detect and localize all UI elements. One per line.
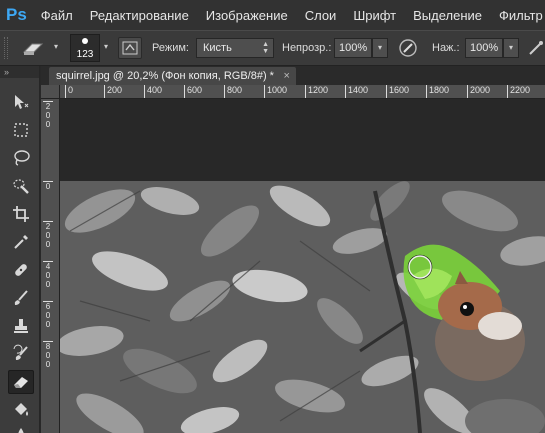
squirrel-photo[interactable] bbox=[60, 181, 545, 433]
ruler-tick-label: 600 bbox=[184, 85, 202, 98]
menu-file[interactable]: Файл bbox=[41, 8, 73, 23]
airbrush-toggle[interactable] bbox=[526, 37, 545, 59]
document-title: squirrel.jpg @ 20,2% (Фон копия, RGB/8#)… bbox=[56, 70, 274, 82]
ruler-origin[interactable] bbox=[41, 85, 60, 99]
eyedropper-tool[interactable] bbox=[8, 230, 34, 254]
options-bar: ▾ 123 ▾ Режим: Кисть ▲ ▼ Непрозр.: 100% ▾… bbox=[0, 30, 545, 66]
tool-preset-picker[interactable] bbox=[20, 39, 50, 59]
healing-brush-tool[interactable] bbox=[8, 258, 34, 282]
brush-panel-icon bbox=[122, 41, 138, 55]
opacity-input[interactable]: 100% bbox=[334, 38, 372, 58]
close-tab-icon[interactable]: × bbox=[284, 67, 290, 85]
crop-tool[interactable] bbox=[8, 202, 34, 226]
brush-preset-dropdown[interactable]: ▾ bbox=[100, 38, 112, 58]
ruler-tick-label: 200 bbox=[104, 85, 122, 98]
marquee-tool-icon bbox=[14, 123, 28, 137]
ruler-tick-label: 1800 bbox=[426, 85, 449, 98]
document-tab-bar: squirrel.jpg @ 20,2% (Фон копия, RGB/8#)… bbox=[41, 66, 545, 85]
ruler-tick-label: 1000 bbox=[264, 85, 287, 98]
ruler-tick-label: 0 bbox=[43, 181, 53, 191]
options-grip[interactable] bbox=[4, 37, 8, 59]
menu-layer[interactable]: Слои bbox=[305, 8, 337, 23]
opacity-value: 100% bbox=[339, 42, 368, 54]
horizontal-ruler[interactable]: 0 200 400 600 800 1000 1200 1400 1600 18… bbox=[60, 85, 545, 99]
eraser-tool-icon bbox=[14, 377, 28, 388]
clone-stamp-tool-icon bbox=[14, 319, 28, 333]
ruler-tick-label: 1400 bbox=[345, 85, 368, 98]
eraser-preset-icon bbox=[22, 43, 44, 55]
document-tab[interactable]: squirrel.jpg @ 20,2% (Фон копия, RGB/8#)… bbox=[49, 67, 296, 85]
opacity-dropdown[interactable]: ▾ bbox=[372, 38, 388, 58]
menu-type[interactable]: Шрифт bbox=[353, 8, 396, 23]
airbrush-icon bbox=[529, 41, 543, 55]
mode-value: Кисть bbox=[203, 42, 232, 54]
updown-icon: ▲ ▼ bbox=[262, 41, 269, 55]
eyedropper-tool-icon bbox=[14, 235, 28, 249]
blur-tool-icon bbox=[18, 428, 24, 433]
mode-label: Режим: bbox=[152, 42, 189, 54]
lasso-tool-icon bbox=[14, 150, 30, 166]
document-canvas[interactable] bbox=[60, 99, 545, 433]
photoshop-logo: Ps bbox=[6, 5, 27, 24]
move-tool-icon bbox=[15, 95, 29, 109]
menu-edit[interactable]: Редактирование bbox=[90, 8, 189, 23]
ruler-tick-label: 4 0 0 bbox=[43, 261, 53, 289]
ruler-tick-label: 2 0 0 bbox=[43, 221, 53, 249]
ruler-tick-label: 8 0 0 bbox=[43, 341, 53, 369]
menu-bar: Ps Файл Редактирование Изображение Слои … bbox=[0, 0, 545, 30]
photo-image bbox=[60, 181, 545, 433]
ruler-tick-label: 1600 bbox=[386, 85, 409, 98]
brush-tool-icon bbox=[14, 290, 28, 305]
healing-brush-tool-icon bbox=[15, 264, 27, 276]
history-brush-tool[interactable] bbox=[8, 342, 34, 366]
ruler-tick-label: 2200 bbox=[507, 85, 530, 98]
pressure-opacity-toggle[interactable] bbox=[396, 37, 420, 59]
paint-bucket-tool-icon bbox=[15, 403, 28, 416]
marquee-tool[interactable] bbox=[8, 118, 34, 142]
pen-pressure-icon bbox=[399, 39, 417, 57]
brush-size: 123 bbox=[76, 49, 94, 60]
menu-select[interactable]: Выделение bbox=[413, 8, 482, 23]
vertical-ruler[interactable]: 2 0 0 0 2 0 0 4 0 0 6 0 0 8 0 0 bbox=[41, 99, 60, 433]
paint-bucket-tool[interactable] bbox=[8, 398, 34, 422]
ruler-tick-label: 800 bbox=[224, 85, 242, 98]
menu-image[interactable]: Изображение bbox=[206, 8, 288, 23]
mode-select[interactable]: Кисть ▲ ▼ bbox=[196, 38, 274, 58]
history-brush-tool-icon bbox=[13, 344, 28, 360]
clone-stamp-tool[interactable] bbox=[8, 314, 34, 338]
ruler-tick-label: 2000 bbox=[467, 85, 490, 98]
brush-tool[interactable] bbox=[8, 286, 34, 310]
quick-select-tool-icon bbox=[13, 179, 29, 194]
flow-dropdown[interactable]: ▾ bbox=[503, 38, 519, 58]
tool-preset-dropdown[interactable]: ▾ bbox=[50, 38, 62, 58]
ruler-tick-label: 400 bbox=[144, 85, 162, 98]
crop-tool-icon bbox=[13, 206, 29, 222]
ruler-tick-label: 6 0 0 bbox=[43, 301, 53, 329]
lasso-tool[interactable] bbox=[8, 146, 34, 170]
flow-input[interactable]: 100% bbox=[465, 38, 503, 58]
move-tool[interactable] bbox=[8, 90, 34, 114]
opacity-label: Непрозр.: bbox=[282, 42, 332, 54]
flow-value: 100% bbox=[470, 42, 499, 54]
ruler-tick-label: 1200 bbox=[305, 85, 328, 98]
quick-select-tool[interactable] bbox=[8, 174, 34, 198]
menu-filter[interactable]: Фильтр bbox=[499, 8, 543, 23]
tools-panel: » bbox=[0, 66, 40, 433]
brush-tip-icon bbox=[82, 38, 88, 44]
eraser-tool[interactable] bbox=[8, 370, 34, 394]
ruler-tick-label: 0 bbox=[65, 85, 73, 98]
brush-preset-picker[interactable]: 123 bbox=[70, 34, 100, 62]
tools-panel-collapse[interactable]: » bbox=[0, 66, 39, 78]
blur-tool[interactable] bbox=[8, 424, 34, 433]
ruler-tick-label: 2 0 0 bbox=[43, 101, 53, 129]
flow-label: Наж.: bbox=[432, 42, 460, 54]
brush-panel-toggle[interactable] bbox=[118, 37, 142, 59]
